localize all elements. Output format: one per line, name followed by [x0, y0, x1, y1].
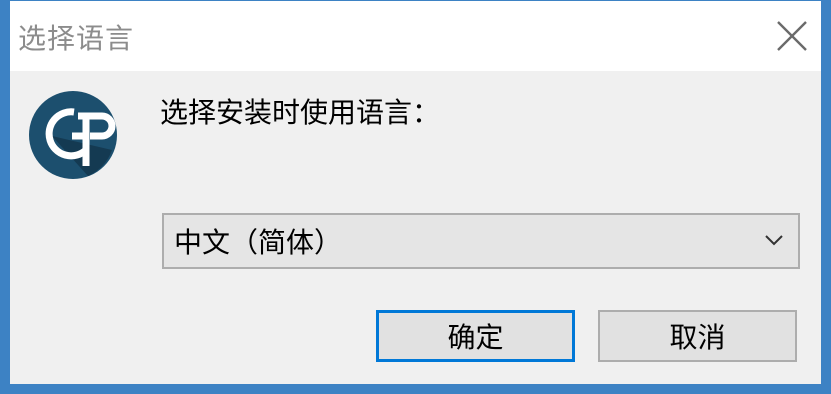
close-button[interactable] — [767, 11, 817, 61]
title-bar[interactable]: 选择语言 — [10, 1, 821, 71]
ok-button[interactable]: 确定 — [376, 310, 575, 362]
close-icon — [777, 21, 807, 51]
language-select-value: 中文（简体） — [174, 226, 343, 259]
window-title: 选择语言 — [18, 22, 135, 55]
language-select[interactable]: 中文（简体） — [162, 213, 800, 269]
dialog-window: 选择语言 选择安装时使用语言： 中文（简体） 确定 取消 — [0, 0, 831, 394]
chevron-down-icon — [765, 235, 783, 246]
prompt-label: 选择安装时使用语言： — [160, 96, 441, 129]
app-logo-icon — [28, 90, 118, 180]
cancel-button[interactable]: 取消 — [598, 310, 797, 362]
